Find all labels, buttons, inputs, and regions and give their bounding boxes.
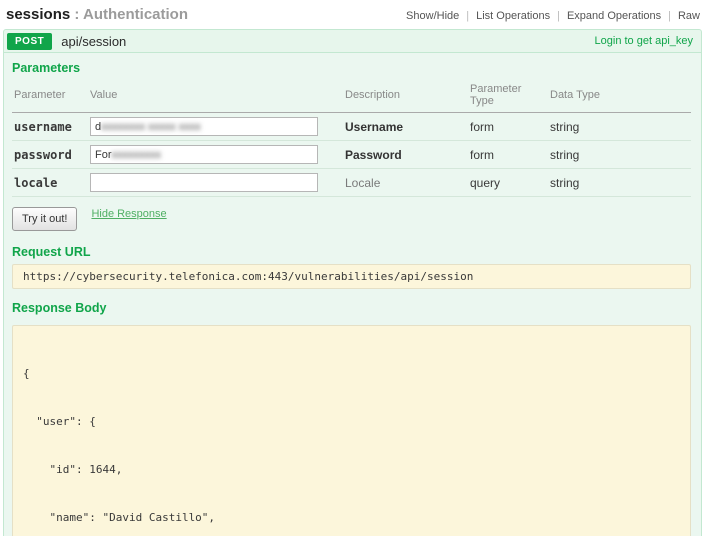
response-body-heading: Response Body	[12, 301, 691, 315]
try-it-out-button[interactable]: Try it out!	[12, 207, 77, 231]
raw-link[interactable]: Raw	[678, 10, 700, 22]
sandbox-actions: Try it out! Hide Response	[12, 207, 691, 233]
param-row-locale: locale Locale query string	[12, 169, 691, 197]
param-name-username: username	[12, 113, 88, 141]
password-value-redacted: xxxxxxxxx	[112, 149, 162, 161]
param-row-username: username dxxxxxxxx xxxxx xxxx Username f…	[12, 113, 691, 141]
json-line: "name": "David Castillo",	[23, 510, 680, 526]
json-line: {	[23, 366, 680, 382]
show-hide-link[interactable]: Show/Hide	[406, 10, 459, 22]
param-type-password: form	[468, 141, 548, 169]
col-parameter-type: Parameter Type	[468, 81, 548, 113]
post-method-badge[interactable]: POST	[7, 33, 52, 50]
param-description-username: Username	[343, 113, 468, 141]
resource-header: sessions : Authentication Show/Hide | Li…	[3, 3, 702, 29]
data-type-password: string	[548, 141, 691, 169]
response-body-json: { "user": { "id": 1644, "name": "David C…	[12, 325, 691, 536]
data-type-username: string	[548, 113, 691, 141]
param-name-password: password	[12, 141, 88, 169]
col-data-type: Data Type	[548, 81, 691, 113]
param-type-username: form	[468, 113, 548, 141]
operation-heading: POST api/session Login to get api_key	[3, 29, 702, 53]
expand-operations-link[interactable]: Expand Operations	[567, 10, 661, 22]
resource-description: : Authentication	[70, 6, 188, 23]
param-type-locale: query	[468, 169, 548, 197]
parameters-header-row: Parameter Value Description Parameter Ty…	[12, 81, 691, 113]
json-line: "user": {	[23, 414, 680, 430]
locale-input[interactable]	[90, 173, 318, 192]
hide-response-link[interactable]: Hide Response	[91, 208, 166, 220]
col-value: Value	[88, 81, 343, 113]
parameters-table: Parameter Value Description Parameter Ty…	[12, 81, 691, 197]
data-type-locale: string	[548, 169, 691, 197]
operation-path-link[interactable]: api/session	[61, 34, 126, 49]
col-parameter: Parameter	[12, 81, 88, 113]
request-url-value: https://cybersecurity.telefonica.com:443…	[12, 264, 691, 289]
resource-title: sessions : Authentication	[6, 6, 188, 23]
swagger-page: sessions : Authentication Show/Hide | Li…	[0, 0, 705, 536]
operation-content: Parameters Parameter Value Description P…	[3, 53, 702, 536]
link-separator: |	[466, 10, 469, 22]
parameters-heading: Parameters	[12, 61, 691, 75]
param-description-locale: Locale	[343, 169, 468, 197]
password-value-visible: For	[95, 149, 112, 161]
username-input[interactable]: dxxxxxxxx xxxxx xxxx	[90, 117, 318, 136]
param-name-locale: locale	[12, 169, 88, 197]
col-description: Description	[343, 81, 468, 113]
link-separator: |	[557, 10, 560, 22]
link-separator: |	[668, 10, 671, 22]
list-operations-link[interactable]: List Operations	[476, 10, 550, 22]
username-value-redacted: xxxxxxxx xxxxx xxxx	[101, 121, 201, 133]
password-input[interactable]: Forxxxxxxxxx	[90, 145, 318, 164]
param-description-password: Password	[343, 141, 468, 169]
json-line: "id": 1644,	[23, 462, 680, 478]
param-row-password: password Forxxxxxxxxx Password form stri…	[12, 141, 691, 169]
resource-name-link[interactable]: sessions	[6, 6, 70, 23]
login-api-key-link[interactable]: Login to get api_key	[595, 35, 693, 47]
request-url-heading: Request URL	[12, 245, 691, 259]
resource-header-links: Show/Hide | List Operations | Expand Ope…	[406, 10, 700, 22]
